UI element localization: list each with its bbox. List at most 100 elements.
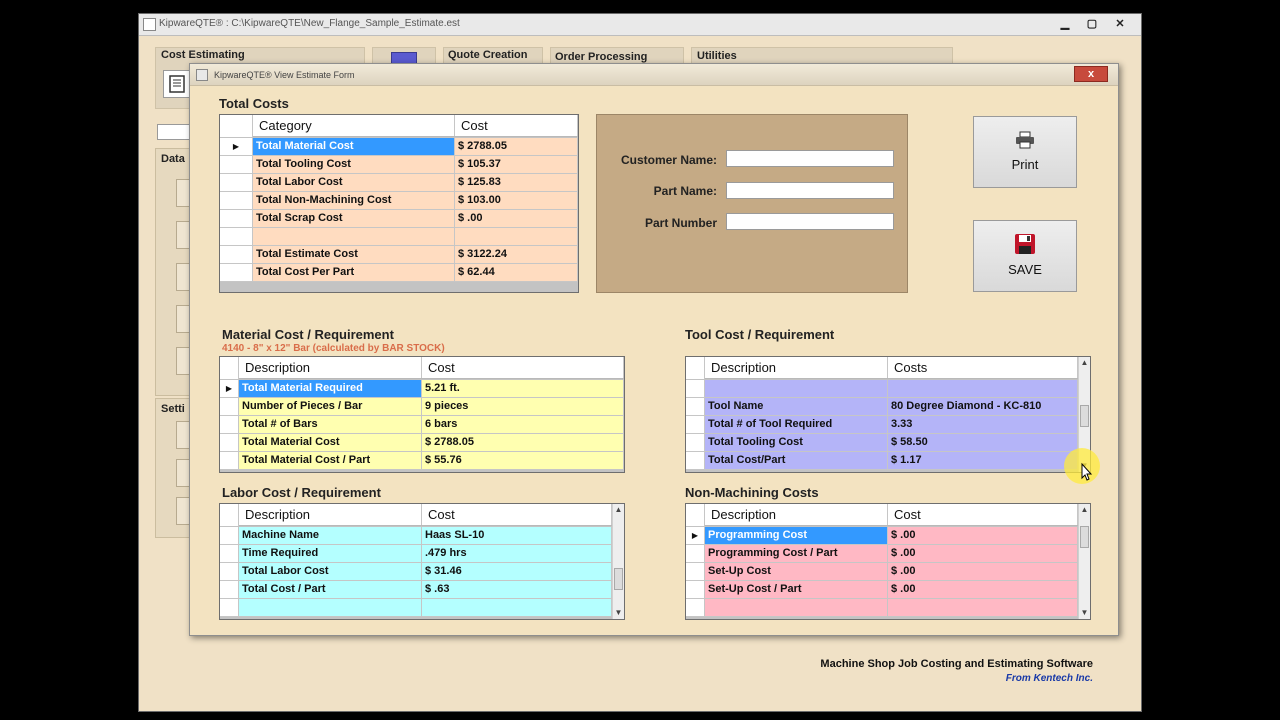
description-cell[interactable]: Number of Pieces / Bar xyxy=(239,398,422,415)
part-number-input[interactable] xyxy=(726,213,894,230)
material-grid[interactable]: Description Cost ▶ Total Material Require… xyxy=(219,356,625,473)
description-cell[interactable] xyxy=(705,599,888,616)
cost-cell[interactable] xyxy=(888,380,1078,397)
table-row[interactable]: Total Labor Cost $ 125.83 xyxy=(220,174,578,192)
row-selector[interactable] xyxy=(220,246,253,263)
row-selector[interactable] xyxy=(220,264,253,281)
tool-header-cost[interactable]: Costs xyxy=(888,357,1078,378)
row-selector[interactable] xyxy=(686,416,705,433)
table-row[interactable]: Total Tooling Cost $ 105.37 xyxy=(220,156,578,174)
tool-header-description[interactable]: Description xyxy=(705,357,888,378)
scroll-up-icon[interactable]: ▲ xyxy=(1079,357,1090,369)
row-selector[interactable] xyxy=(686,581,705,598)
table-row[interactable]: Number of Pieces / Bar 9 pieces xyxy=(220,398,624,416)
tool-grid[interactable]: Description Costs Tool Name 80 Degree Dia… xyxy=(685,356,1091,473)
non-machining-header-description[interactable]: Description xyxy=(705,504,888,525)
total-costs-header-cost[interactable]: Cost xyxy=(455,115,578,136)
category-cell[interactable]: Total Cost Per Part xyxy=(253,264,455,281)
table-row[interactable]: Total Estimate Cost $ 3122.24 xyxy=(220,246,578,264)
row-selector[interactable] xyxy=(686,434,705,451)
row-selector[interactable] xyxy=(220,416,239,433)
table-row[interactable] xyxy=(686,380,1078,398)
scroll-thumb[interactable] xyxy=(1080,405,1089,427)
table-row[interactable]: Time Required .479 hrs xyxy=(220,545,612,563)
cost-cell[interactable] xyxy=(455,228,578,245)
close-icon[interactable]: ✕ xyxy=(1109,16,1131,32)
description-cell[interactable]: Total Tooling Cost xyxy=(705,434,888,451)
description-cell[interactable]: Total Labor Cost xyxy=(239,563,422,580)
save-button[interactable]: SAVE xyxy=(973,220,1077,292)
labor-header-cost[interactable]: Cost xyxy=(422,504,612,525)
material-header-description[interactable]: Description xyxy=(239,357,422,378)
row-selector[interactable] xyxy=(686,545,705,562)
labor-grid[interactable]: Description Cost Machine Name Haas SL-10 T… xyxy=(219,503,625,620)
cost-cell[interactable]: $ 3122.24 xyxy=(455,246,578,263)
row-selector[interactable] xyxy=(220,527,239,544)
row-selector[interactable] xyxy=(220,563,239,580)
row-selector[interactable] xyxy=(686,563,705,580)
category-cell[interactable]: Total Estimate Cost xyxy=(253,246,455,263)
cost-cell[interactable]: 3.33 xyxy=(888,416,1078,433)
scroll-down-icon[interactable]: ▼ xyxy=(613,607,624,619)
table-row[interactable]: Total Tooling Cost $ 58.50 xyxy=(686,434,1078,452)
cost-cell[interactable]: $ .00 xyxy=(888,545,1078,562)
description-cell[interactable]: Set-Up Cost xyxy=(705,563,888,580)
scroll-up-icon[interactable]: ▲ xyxy=(1079,504,1090,516)
row-selector[interactable] xyxy=(686,452,705,469)
non-machining-grid[interactable]: Description Cost ▶ Programming Cost $ .00 P… xyxy=(685,503,1091,620)
cost-cell[interactable]: 6 bars xyxy=(422,416,624,433)
cost-cell[interactable]: $ 2788.05 xyxy=(455,138,578,155)
table-row[interactable]: Total # of Tool Required 3.33 xyxy=(686,416,1078,434)
total-costs-grid[interactable]: Category Cost ▶ Total Material Cost $ 2788… xyxy=(219,114,579,293)
table-row[interactable]: Total Cost Per Part $ 62.44 xyxy=(220,264,578,282)
table-row[interactable]: Total Scrap Cost $ .00 xyxy=(220,210,578,228)
table-row[interactable]: Total Cost / Part $ .63 xyxy=(220,581,612,599)
row-selector[interactable] xyxy=(220,210,253,227)
cost-cell[interactable]: $ 125.83 xyxy=(455,174,578,191)
description-cell[interactable]: Total Material Cost / Part xyxy=(239,452,422,469)
description-cell[interactable]: Machine Name xyxy=(239,527,422,544)
scroll-thumb[interactable] xyxy=(1080,526,1089,548)
table-row[interactable]: ▶ Total Material Required 5.21 ft. xyxy=(220,380,624,398)
description-cell[interactable]: Tool Name xyxy=(705,398,888,415)
table-row[interactable]: Set-Up Cost / Part $ .00 xyxy=(686,581,1078,599)
description-cell[interactable]: Total Cost/Part xyxy=(705,452,888,469)
total-costs-header-category[interactable]: Category xyxy=(253,115,455,136)
description-cell[interactable]: Total Material Cost xyxy=(239,434,422,451)
cost-cell[interactable]: $ .00 xyxy=(888,563,1078,580)
cost-cell[interactable]: $ .00 xyxy=(888,527,1078,544)
scroll-down-icon[interactable]: ▼ xyxy=(1079,607,1090,619)
description-cell[interactable]: Set-Up Cost / Part xyxy=(705,581,888,598)
description-cell[interactable]: Programming Cost xyxy=(705,527,888,544)
description-cell[interactable]: Total # of Bars xyxy=(239,416,422,433)
row-selector[interactable] xyxy=(220,398,239,415)
row-selector[interactable] xyxy=(220,545,239,562)
table-row[interactable] xyxy=(220,599,612,617)
category-cell[interactable]: Total Material Cost xyxy=(253,138,455,155)
row-selector[interactable] xyxy=(686,380,705,397)
description-cell[interactable]: Total Cost / Part xyxy=(239,581,422,598)
row-selector[interactable] xyxy=(220,156,253,173)
description-cell[interactable]: Time Required xyxy=(239,545,422,562)
row-selector[interactable] xyxy=(220,434,239,451)
labor-scrollbar[interactable]: ▲ ▼ xyxy=(612,504,624,619)
new-estimate-icon[interactable] xyxy=(163,70,191,98)
table-row[interactable] xyxy=(686,599,1078,617)
table-row[interactable]: Set-Up Cost $ .00 xyxy=(686,563,1078,581)
cost-cell[interactable] xyxy=(422,599,612,616)
cost-cell[interactable]: $ 55.76 xyxy=(422,452,624,469)
scroll-thumb[interactable] xyxy=(614,568,623,590)
cost-cell[interactable]: Haas SL-10 xyxy=(422,527,612,544)
table-row[interactable]: ▶ Total Material Cost $ 2788.05 xyxy=(220,138,578,156)
customer-name-input[interactable] xyxy=(726,150,894,167)
cost-cell[interactable]: $ 62.44 xyxy=(455,264,578,281)
description-cell[interactable] xyxy=(705,380,888,397)
cost-cell[interactable]: $ 58.50 xyxy=(888,434,1078,451)
table-row[interactable]: Total Non-Machining Cost $ 103.00 xyxy=(220,192,578,210)
current-row-arrow-icon[interactable]: ▶ xyxy=(220,380,239,397)
category-cell[interactable] xyxy=(253,228,455,245)
row-selector[interactable] xyxy=(686,398,705,415)
row-selector[interactable] xyxy=(220,599,239,616)
description-cell[interactable] xyxy=(239,599,422,616)
row-selector[interactable] xyxy=(686,599,705,616)
